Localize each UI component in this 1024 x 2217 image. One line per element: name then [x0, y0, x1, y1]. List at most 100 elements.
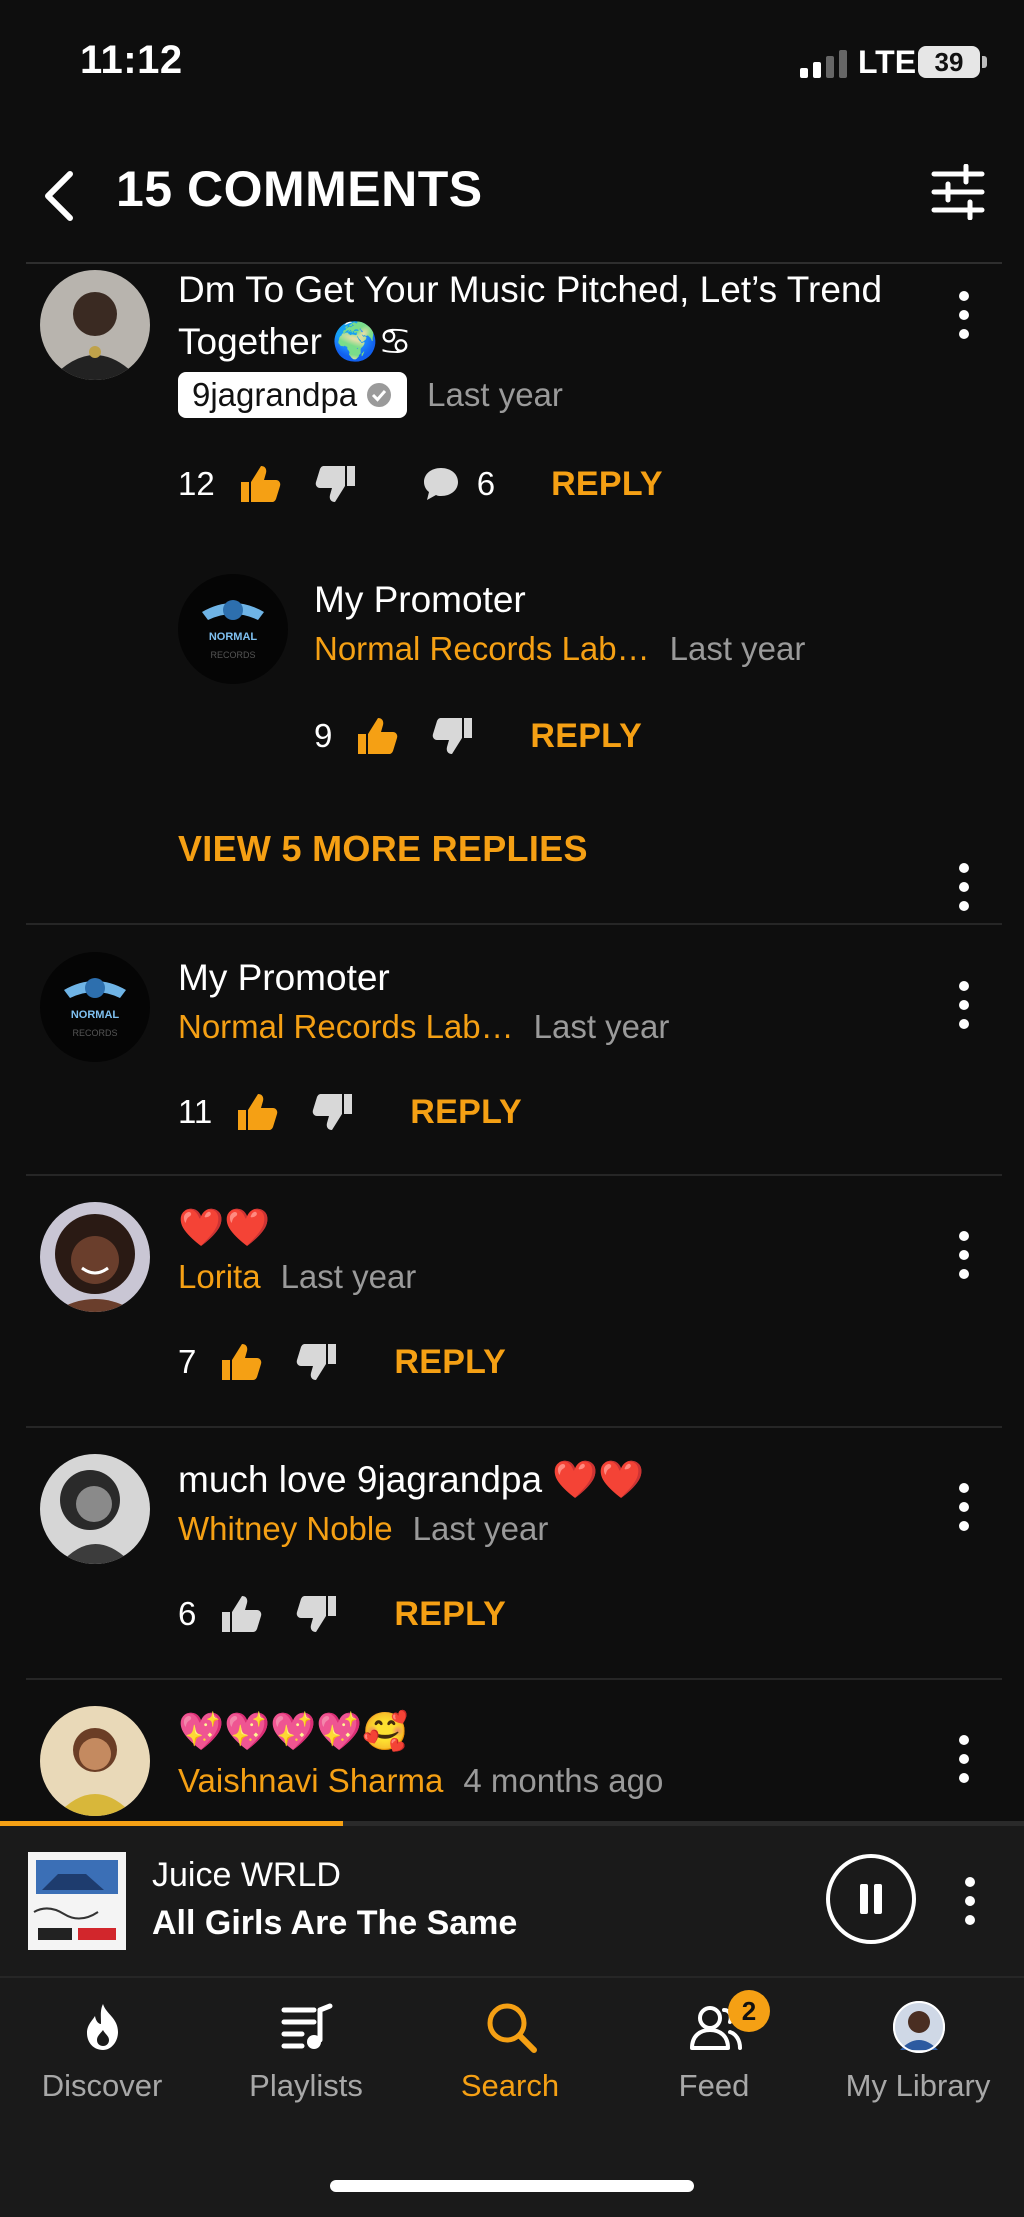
more-options-icon[interactable]	[952, 1734, 976, 1784]
thumbs-up-icon[interactable]	[234, 1090, 278, 1134]
status-time: 11:12	[80, 38, 183, 82]
tab-label: Feed	[678, 2068, 750, 2103]
tab-feed[interactable]: 2 Feed	[612, 1990, 816, 2118]
comment-actions: 9 REPLY	[314, 706, 642, 766]
comment-time: Last year	[280, 1258, 417, 1295]
comments-list[interactable]: Dm To Get Your Music Pitched, Let’s Tren…	[0, 264, 1024, 1824]
pause-button[interactable]	[826, 1854, 916, 1944]
tab-search[interactable]: Search	[408, 1998, 612, 2118]
more-options-icon[interactable]	[952, 1230, 976, 1280]
more-options-icon[interactable]	[952, 980, 976, 1030]
comments-header: 15 COMMENTS	[0, 140, 1024, 264]
author-pill[interactable]: 9jagrandpa	[178, 372, 408, 418]
divider	[26, 923, 1002, 925]
svg-text:NORMAL: NORMAL	[209, 631, 258, 643]
replies-count: 6	[476, 465, 496, 502]
view-more-replies-button[interactable]: VIEW 5 MORE REPLIES	[178, 828, 588, 870]
battery-icon: 39	[918, 46, 980, 78]
like-count: 6	[178, 1595, 197, 1632]
comment-author[interactable]: Normal Records Lab…	[314, 630, 650, 668]
network-label: LTE	[858, 44, 917, 80]
thumbs-up-icon[interactable]	[218, 1592, 262, 1636]
comment-time: Last year	[669, 630, 806, 667]
feed-badge: 2	[728, 1990, 770, 2032]
svg-text:RECORDS: RECORDS	[210, 650, 255, 660]
comment-text: My Promoter	[314, 579, 526, 620]
page-title: 15 COMMENTS	[116, 161, 483, 217]
comment-time: Last year	[533, 1008, 670, 1045]
comment-meta: Normal Records Lab… Last year	[178, 1008, 669, 1046]
comment-text: ❤️❤️	[178, 1207, 271, 1248]
reply-button[interactable]: REPLY	[551, 465, 663, 504]
divider	[26, 1426, 1002, 1428]
filter-sliders-icon[interactable]	[930, 164, 986, 220]
like-count: 9	[314, 717, 333, 754]
avatar[interactable]: NORMAL RECORDS	[40, 952, 150, 1062]
search-icon	[487, 2003, 537, 2053]
thumbs-up-icon[interactable]	[218, 1340, 262, 1384]
avatar[interactable]	[40, 1202, 150, 1312]
svg-text:NORMAL: NORMAL	[71, 1009, 120, 1021]
tab-discover[interactable]: Discover	[0, 1998, 204, 2118]
thumbs-down-icon[interactable]	[315, 462, 359, 506]
comment-text: Dm To Get Your Music Pitched, Let’s Tren…	[178, 269, 883, 362]
avatar[interactable]: NORMAL RECORDS	[178, 574, 288, 684]
replies-bubble-icon[interactable]	[421, 464, 461, 504]
comment-meta: Whitney Noble Last year	[178, 1510, 548, 1548]
comment-actions: 7 REPLY	[178, 1332, 506, 1392]
more-options-icon[interactable]	[952, 1482, 976, 1532]
avatar-icon	[893, 2001, 945, 2053]
comment-text: My Promoter	[178, 957, 390, 998]
thumbs-down-icon[interactable]	[296, 1340, 340, 1384]
tab-label: Search	[460, 2068, 560, 2103]
like-count: 11	[178, 1093, 213, 1130]
more-options-icon[interactable]	[958, 1876, 982, 1926]
reply-button[interactable]: REPLY	[394, 1343, 506, 1382]
comment-time: Last year	[412, 1510, 549, 1547]
player-artist: Juice WRLD	[152, 1856, 341, 1894]
tab-my-library[interactable]: My Library	[816, 1998, 1020, 2118]
signal-icon	[800, 50, 847, 78]
home-indicator[interactable]	[330, 2180, 694, 2192]
thumbs-down-icon[interactable]	[432, 714, 476, 758]
comment-author[interactable]: Lorita	[178, 1258, 261, 1296]
comment-text: much love 9jagrandpa ❤️❤️	[178, 1459, 645, 1500]
thumbs-up-icon[interactable]	[237, 462, 281, 506]
player-track-title: All Girls Are The Same	[152, 1904, 518, 1942]
comment-meta: Vaishnavi Sharma 4 months ago	[178, 1762, 663, 1800]
status-bar: 11:12 LTE 39	[0, 0, 1024, 120]
battery-nub	[982, 56, 987, 68]
avatar[interactable]	[40, 1454, 150, 1564]
like-count: 7	[178, 1343, 197, 1380]
comment-actions: 11 REPLY	[178, 1082, 522, 1142]
mini-player[interactable]: Juice WRLD All Girls Are The Same	[0, 1826, 1024, 1976]
thumbs-down-icon[interactable]	[312, 1090, 356, 1134]
comment-meta: Lorita Last year	[178, 1258, 416, 1296]
playlist-icon	[281, 2003, 333, 2049]
comment-author[interactable]: Normal Records Lab…	[178, 1008, 514, 1046]
comment-meta: Normal Records Lab… Last year	[314, 630, 805, 668]
tab-label: Playlists	[249, 2068, 363, 2103]
more-options-icon[interactable]	[952, 862, 976, 912]
verified-icon	[367, 383, 392, 407]
divider	[26, 1678, 1002, 1680]
reply-button[interactable]: REPLY	[394, 1595, 506, 1634]
flame-icon	[87, 2004, 118, 2050]
back-chevron-icon[interactable]	[40, 166, 80, 226]
album-art[interactable]	[28, 1852, 126, 1950]
thumbs-up-icon[interactable]	[354, 714, 398, 758]
comment-meta: 9jagrandpa Last year	[178, 372, 563, 418]
reply-button[interactable]: REPLY	[530, 717, 642, 756]
tab-playlists[interactable]: Playlists	[204, 1998, 408, 2118]
comment-time: 4 months ago	[463, 1762, 664, 1799]
svg-text:RECORDS: RECORDS	[72, 1028, 117, 1038]
avatar[interactable]	[40, 1706, 150, 1816]
comment-actions: 6 REPLY	[178, 1584, 506, 1644]
more-options-icon[interactable]	[952, 290, 976, 340]
comment-author[interactable]: Whitney Noble	[178, 1510, 393, 1548]
reply-button[interactable]: REPLY	[410, 1093, 522, 1132]
comment-author[interactable]: Vaishnavi Sharma	[178, 1762, 443, 1800]
avatar[interactable]	[40, 270, 150, 380]
thumbs-down-icon[interactable]	[296, 1592, 340, 1636]
comment-text: 💖💖💖💖🥰	[178, 1711, 409, 1752]
